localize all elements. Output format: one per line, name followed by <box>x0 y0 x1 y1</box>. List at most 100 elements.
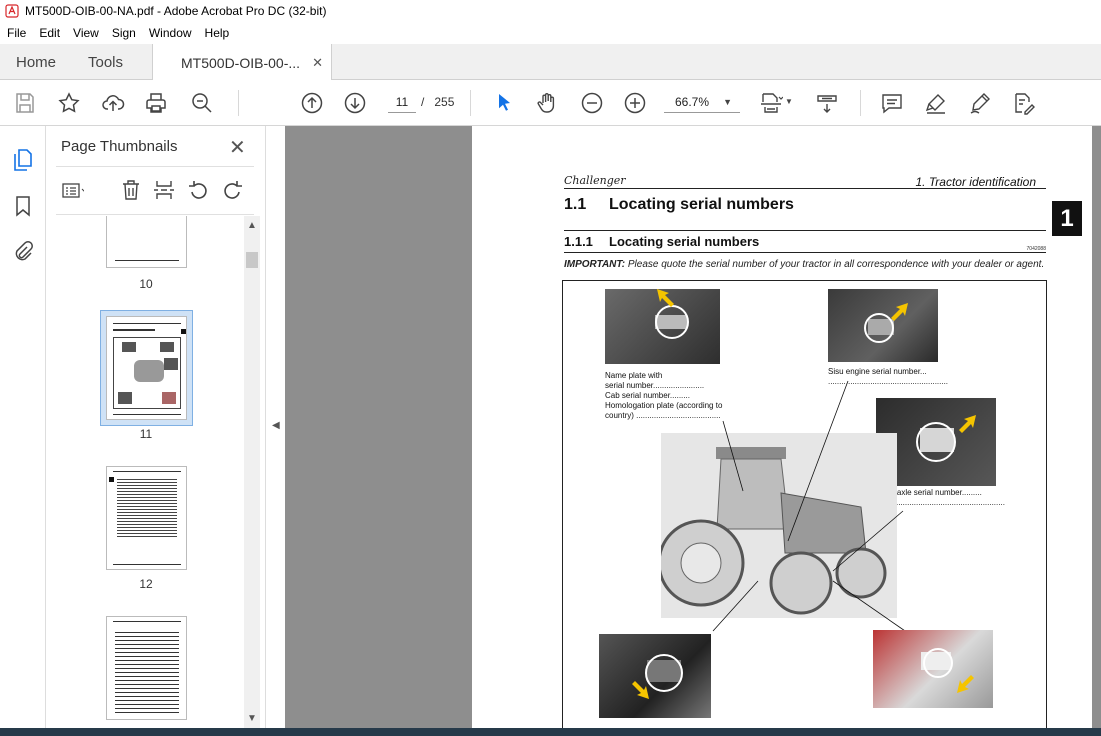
thumbnail-page-13[interactable] <box>106 616 187 720</box>
chevron-left-icon: ◀ <box>272 420 280 431</box>
delete-page-icon[interactable] <box>119 178 143 202</box>
thumbnail-photo <box>162 392 176 404</box>
thumbnail-photo <box>118 392 132 404</box>
menu-view[interactable]: View <box>66 26 105 40</box>
rear-photo <box>599 634 711 718</box>
page-thumbnails-icon[interactable] <box>11 148 35 172</box>
panel-title: Page Thumbnails <box>61 138 178 155</box>
thumbnail-rule <box>113 323 181 324</box>
subsection-title: Locating serial numbers <box>609 234 760 249</box>
zoom-search-icon[interactable] <box>189 90 215 116</box>
star-icon[interactable] <box>56 90 82 116</box>
scroll-up-icon[interactable]: ▲ <box>247 220 257 231</box>
chevron-down-icon[interactable]: ▼ <box>785 97 793 106</box>
collapse-panel-handle[interactable]: ◀ <box>265 126 285 728</box>
tab-document[interactable]: MT500D-OIB-00-... ✕ <box>152 44 332 81</box>
thumbnail-photo <box>160 342 174 352</box>
upload-cloud-icon[interactable] <box>100 90 126 116</box>
thumbnail-photo <box>122 342 136 352</box>
scrollbar-thumb[interactable] <box>246 252 258 268</box>
sign-pen-icon[interactable] <box>967 90 993 116</box>
thumbnail-rule <box>113 471 181 472</box>
image-reference: 7042088 <box>1026 246 1046 252</box>
thumbnail-list: 10 11 12 <box>46 216 244 728</box>
divider <box>56 214 254 215</box>
next-page-icon[interactable] <box>342 90 368 116</box>
zoom-out-icon[interactable] <box>579 90 605 116</box>
tab-bar: Home Tools MT500D-OIB-00-... ✕ <box>0 44 1101 81</box>
taskbar <box>0 728 1101 736</box>
previous-page-icon[interactable] <box>299 90 325 116</box>
thumbnail-rule <box>113 621 181 622</box>
subsection-heading: 1.1.1 Locating serial numbers <box>564 234 759 249</box>
thumbnail-chapter-tab <box>109 477 114 482</box>
pdf-page: Challenger 1. Tractor identification 1.1… <box>472 126 1092 728</box>
thumbnail-page-11[interactable] <box>106 316 187 420</box>
menu-edit[interactable]: Edit <box>32 26 66 40</box>
attachment-icon[interactable] <box>11 240 35 264</box>
thumbnail-tractor <box>134 360 164 382</box>
menu-file[interactable]: File <box>0 26 32 40</box>
important-label: IMPORTANT: <box>564 259 626 270</box>
scroll-down-icon[interactable]: ▼ <box>247 713 257 724</box>
toolbar-separator <box>470 90 471 116</box>
close-tab-icon[interactable]: ✕ <box>312 55 323 71</box>
bookmark-icon[interactable] <box>11 194 35 218</box>
section-title: Locating serial numbers <box>609 196 794 213</box>
rotate-right-icon[interactable] <box>221 178 245 202</box>
print-icon[interactable] <box>143 90 169 116</box>
page-count: / 255 <box>421 91 454 113</box>
document-view[interactable]: Challenger 1. Tractor identification 1.1… <box>285 126 1101 728</box>
menu-help[interactable]: Help <box>198 26 236 40</box>
tab-home[interactable]: Home <box>16 44 56 80</box>
menu-sign[interactable]: Sign <box>105 26 142 40</box>
page-separator: / <box>421 95 425 109</box>
serial-number-figure: Name plate with serial number...........… <box>562 280 1047 728</box>
thumbnail-rule <box>115 260 179 261</box>
toolbar <box>0 80 1101 126</box>
thumbnail-page-10[interactable] <box>106 216 187 268</box>
menu-window[interactable]: Window <box>142 26 198 40</box>
thumbnail-label: 10 <box>139 277 153 291</box>
comment-icon[interactable] <box>879 90 905 116</box>
tab-document-label: MT500D-OIB-00-... <box>181 54 301 71</box>
chevron-down-icon: ▼ <box>723 97 732 107</box>
thumbnail-page-12[interactable] <box>106 466 187 570</box>
thumbnail-photo <box>164 358 178 370</box>
zoom-in-icon[interactable] <box>622 90 648 116</box>
highlight-icon[interactable] <box>923 90 949 116</box>
toolbar-separator <box>860 90 861 116</box>
scroll-mode-icon[interactable] <box>814 90 840 116</box>
thumbnail-heading <box>113 329 155 331</box>
arrow-icon <box>957 675 974 693</box>
page-number-input[interactable]: 11 <box>388 91 416 113</box>
hand-tool-icon[interactable] <box>534 90 560 116</box>
edit-pdf-icon[interactable] <box>1010 90 1036 116</box>
thumbnail-label: 11 <box>139 427 153 441</box>
chapter-tab: 1 <box>1052 201 1082 236</box>
thumbnail-options-icon[interactable] <box>60 178 84 202</box>
extract-page-icon[interactable] <box>152 178 176 202</box>
left-navigation-rail <box>0 126 46 728</box>
divider <box>56 166 254 167</box>
select-cursor-icon[interactable] <box>491 90 517 116</box>
heading-rule <box>564 252 1046 253</box>
thumbnail-chapter-tab <box>181 329 186 334</box>
menu-bar: File Edit View Sign Window Help <box>0 22 1101 44</box>
page-thumbnails-panel: Page Thumbnails ✕ 10 11 12 <box>46 126 265 728</box>
important-text: Please quote the serial number of your t… <box>625 259 1045 270</box>
rotate-left-icon[interactable] <box>186 178 210 202</box>
tab-tools[interactable]: Tools <box>88 44 123 80</box>
total-pages: 255 <box>434 95 455 109</box>
chassis-photo <box>873 630 993 708</box>
section-heading: 1.1 Locating serial numbers <box>564 196 794 214</box>
close-icon[interactable]: ✕ <box>229 135 246 160</box>
page-fit-icon[interactable] <box>758 90 784 116</box>
arrow-icon <box>632 681 649 699</box>
thumbnail-label: 12 <box>139 577 153 591</box>
thumbnail-scrollbar[interactable]: ▲ ▼ <box>244 216 260 728</box>
acrobat-icon <box>5 4 19 18</box>
save-icon[interactable] <box>12 90 38 116</box>
thumbnail-rule <box>113 414 181 415</box>
zoom-level-select[interactable]: 66.7% ▼ <box>664 91 740 113</box>
